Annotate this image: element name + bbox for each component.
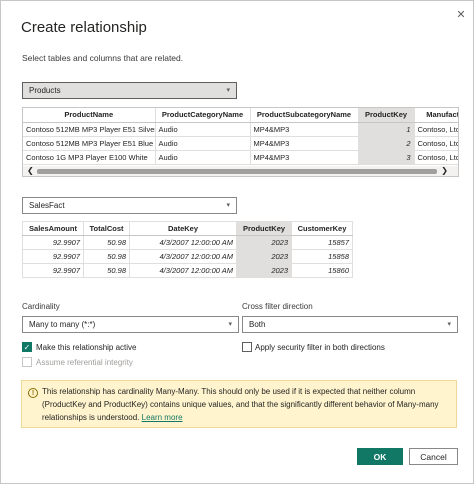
table1-header-row: ProductName ProductCategoryName ProductS…	[23, 108, 458, 123]
chevron-down-icon: ▾	[447, 321, 451, 328]
table1-select[interactable]: Products ▾	[22, 82, 237, 99]
cross-filter-select[interactable]: Both ▾	[242, 316, 458, 333]
table-row: Contoso 1G MP3 Player E100 White Audio M…	[23, 150, 458, 165]
chevron-down-icon: ▾	[226, 87, 230, 94]
cancel-button[interactable]: Cancel	[409, 448, 458, 465]
table1-preview: ProductName ProductCategoryName ProductS…	[22, 107, 459, 177]
table-cell[interactable]: Audio	[155, 136, 251, 151]
make-active-label: Make this relationship active	[36, 343, 137, 352]
cross-filter-value: Both	[249, 320, 266, 329]
table-row: 92.9907 50.98 4/3/2007 12:00:00 AM 2023 …	[22, 235, 353, 250]
table1-col-header[interactable]: Manufacture	[414, 108, 458, 123]
table1-col-header[interactable]: ProductName	[23, 108, 156, 123]
security-filter-checkbox[interactable]	[242, 342, 252, 352]
referential-integrity-label: Assume referential integrity	[36, 358, 133, 367]
table-cell[interactable]: MP4&MP3	[250, 136, 359, 151]
table-cell[interactable]: 2023	[236, 263, 292, 278]
table-cell[interactable]: Audio	[155, 150, 251, 165]
table-cell[interactable]: 2023	[236, 249, 292, 264]
ok-button[interactable]: OK	[357, 448, 403, 465]
cardinality-label: Cardinality	[22, 302, 60, 311]
table-cell[interactable]: 15860	[291, 263, 353, 278]
table2-select-value: SalesFact	[29, 201, 65, 210]
table-cell[interactable]: Contoso, Ltd	[414, 136, 458, 151]
learn-more-link[interactable]: Learn more	[142, 413, 183, 422]
table-cell[interactable]: 4/3/2007 12:00:00 AM	[129, 235, 237, 250]
table1-col-header-selected[interactable]: ProductKey	[358, 108, 415, 123]
table-cell[interactable]: 15858	[291, 249, 353, 264]
warning-banner: ! This relationship has cardinality Many…	[21, 380, 457, 428]
table-cell[interactable]: 4/3/2007 12:00:00 AM	[129, 249, 237, 264]
table-cell[interactable]: 92.9907	[22, 263, 84, 278]
cross-filter-label: Cross filter direction	[242, 302, 313, 311]
table-cell[interactable]: 2	[358, 136, 415, 151]
table2-col-header[interactable]: CustomerKey	[291, 221, 353, 236]
table2-header-row: SalesAmount TotalCost DateKey ProductKey…	[22, 221, 353, 236]
make-active-checkbox[interactable]: ✓	[22, 342, 32, 352]
scroll-right-icon[interactable]: ❯	[441, 166, 448, 175]
dialog-title: Create relationship	[21, 19, 147, 36]
referential-integrity-checkbox[interactable]	[22, 357, 32, 367]
table2-col-header[interactable]: SalesAmount	[22, 221, 84, 236]
table-cell[interactable]: 1	[358, 122, 415, 137]
close-icon[interactable]: ✕	[454, 7, 468, 21]
table-cell[interactable]: 92.9907	[22, 235, 84, 250]
table2-select[interactable]: SalesFact ▾	[22, 197, 237, 214]
table1-grid: ProductName ProductCategoryName ProductS…	[23, 108, 458, 165]
table-cell[interactable]: Contoso 1G MP3 Player E100 White	[23, 150, 156, 165]
table-cell[interactable]: 2023	[236, 235, 292, 250]
table-row: 92.9907 50.98 4/3/2007 12:00:00 AM 2023 …	[22, 249, 353, 264]
table1-col-header[interactable]: ProductCategoryName	[155, 108, 251, 123]
table-cell[interactable]: 4/3/2007 12:00:00 AM	[129, 263, 237, 278]
table-row: Contoso 512MB MP3 Player E51 Silver Audi…	[23, 122, 458, 137]
table-row: Contoso 512MB MP3 Player E51 Blue Audio …	[23, 136, 458, 151]
table-cell[interactable]: Contoso 512MB MP3 Player E51 Blue	[23, 136, 156, 151]
table-cell[interactable]: 3	[358, 150, 415, 165]
table1-select-value: Products	[29, 86, 61, 95]
warning-icon: !	[28, 388, 38, 398]
table-cell[interactable]: MP4&MP3	[250, 122, 359, 137]
scrollbar-thumb[interactable]	[37, 169, 437, 174]
warning-text: This relationship has cardinality Many-M…	[42, 387, 439, 422]
create-relationship-dialog: Create relationship ✕ Select tables and …	[0, 0, 474, 484]
chevron-down-icon: ▾	[228, 321, 232, 328]
table-cell[interactable]: MP4&MP3	[250, 150, 359, 165]
table-row: 92.9907 50.98 4/3/2007 12:00:00 AM 2023 …	[22, 263, 353, 278]
table-cell[interactable]: Audio	[155, 122, 251, 137]
table1-col-header[interactable]: ProductSubcategoryName	[250, 108, 359, 123]
table1-horizontal-scrollbar[interactable]: ❮ ❯	[23, 166, 458, 176]
table-cell[interactable]: 15857	[291, 235, 353, 250]
scroll-left-icon[interactable]: ❮	[27, 166, 34, 175]
dialog-subtitle: Select tables and columns that are relat…	[22, 53, 184, 63]
chevron-down-icon: ▾	[226, 202, 230, 209]
table-cell[interactable]: Contoso, Ltd	[414, 150, 458, 165]
table-cell[interactable]: Contoso, Ltd	[414, 122, 458, 137]
table-cell[interactable]: Contoso 512MB MP3 Player E51 Silver	[23, 122, 156, 137]
table2-col-header[interactable]: TotalCost	[83, 221, 130, 236]
table2-grid: SalesAmount TotalCost DateKey ProductKey…	[22, 221, 353, 278]
warning-message: This relationship has cardinality Many-M…	[42, 385, 452, 424]
security-filter-label: Apply security filter in both directions	[255, 343, 385, 352]
cardinality-value: Many to many (*:*)	[29, 320, 96, 329]
table2-col-header[interactable]: DateKey	[129, 221, 237, 236]
table2-col-header-selected[interactable]: ProductKey	[236, 221, 292, 236]
cardinality-select[interactable]: Many to many (*:*) ▾	[22, 316, 239, 333]
table-cell[interactable]: 50.98	[83, 249, 130, 264]
table-cell[interactable]: 50.98	[83, 263, 130, 278]
table-cell[interactable]: 50.98	[83, 235, 130, 250]
table-cell[interactable]: 92.9907	[22, 249, 84, 264]
